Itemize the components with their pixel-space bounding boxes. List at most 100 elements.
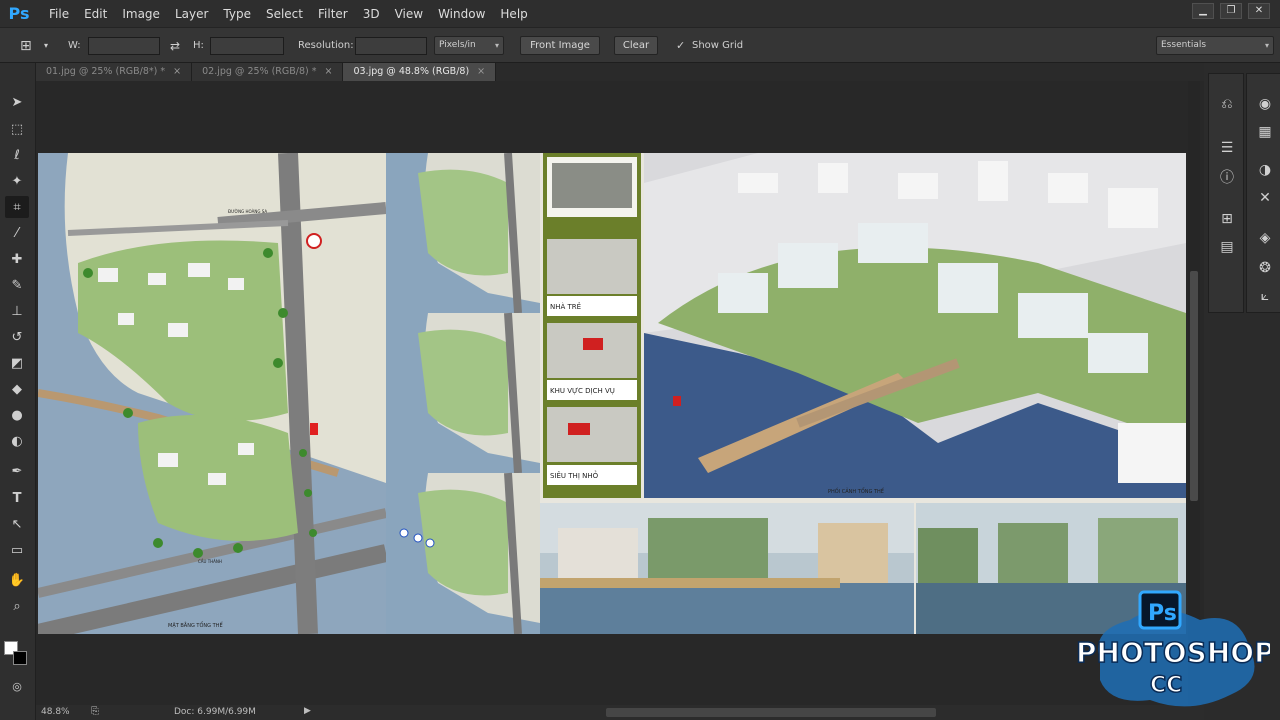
brush-tool-icon[interactable]: ✎ [5, 274, 29, 296]
mini-plan-3 [386, 472, 540, 634]
path-selection-tool-icon[interactable]: ↖ [5, 513, 29, 535]
chevron-down-icon: ▾ [1264, 41, 1269, 50]
mini-plan-1 [386, 153, 540, 314]
menu-layer[interactable]: Layer [175, 7, 208, 21]
vertical-scroll-thumb[interactable] [1190, 271, 1198, 501]
show-grid-checkbox[interactable]: ✓ [676, 28, 685, 64]
zoom-level[interactable]: 48.8% [41, 707, 70, 717]
show-grid-label: Show Grid [692, 40, 744, 51]
close-icon[interactable]: × [325, 66, 333, 77]
tab-label: 02.jpg @ 25% (RGB/8) * [202, 66, 317, 77]
height-input[interactable] [210, 37, 284, 55]
front-image-button[interactable]: Front Image [520, 36, 600, 55]
tab-label: 01.jpg @ 25% (RGB/8*) * [46, 66, 166, 77]
photoshop-window: Ps File Edit Image Layer Type Select Fil… [0, 0, 1280, 720]
history-brush-tool-icon[interactable]: ↺ [5, 326, 29, 348]
workspace-select[interactable]: Essentials ▾ [1156, 36, 1274, 55]
menu-edit[interactable]: Edit [84, 7, 107, 21]
menu-window[interactable]: Window [438, 7, 485, 21]
options-bar: ⊞ ▾ W: ⇄ H: Resolution: Pixels/in ▾ Fron… [0, 27, 1280, 63]
watermark-ps: Ps [1148, 601, 1177, 626]
document-canvas[interactable]: MẶT BẰNG TỔNG THỂ ĐƯỜNG HOÀNG SA CẦU THÀ… [38, 153, 1186, 634]
color-wheel-icon[interactable]: ◉ [1254, 94, 1276, 114]
lasso-tool-icon[interactable]: ℓ [5, 144, 29, 166]
tab-03-jpg[interactable]: 03.jpg @ 48.8% (RGB/8) × [343, 63, 497, 81]
width-input[interactable] [88, 37, 160, 55]
minimize-icon[interactable]: ▁ [1192, 3, 1214, 19]
swatches-icon[interactable]: ▦ [1254, 122, 1276, 142]
move-tool-icon[interactable]: ➤ [5, 91, 29, 113]
architecture-presentation-image: MẶT BẰNG TỔNG THỂ ĐƯỜNG HOÀNG SA CẦU THÀ… [38, 153, 1186, 634]
tool-preset-chevron-icon[interactable]: ▾ [44, 28, 48, 64]
background-color-swatch[interactable] [13, 651, 27, 665]
site-plan-label: MẶT BẰNG TỔNG THỂ [168, 621, 223, 629]
clear-button[interactable]: Clear [614, 36, 658, 55]
clone-stamp-tool-icon[interactable]: ⊥ [5, 300, 29, 322]
horizontal-scrollbar[interactable] [606, 708, 936, 717]
menu-3d[interactable]: 3D [363, 7, 380, 21]
caption-sieu-thi-nho: SIÊU THỊ NHỎ [550, 470, 599, 480]
tab-label: 03.jpg @ 48.8% (RGB/8) [353, 66, 470, 77]
caption-nha-tre: NHÀ TRẺ [550, 302, 581, 311]
restore-icon[interactable]: ❐ [1220, 3, 1242, 19]
crop-tool-icon[interactable]: ⌗ [5, 196, 29, 218]
menu-bar: Ps File Edit Image Layer Type Select Fil… [0, 0, 1280, 27]
zoom-tool-icon[interactable]: ⌕ [5, 595, 29, 617]
navigator-icon[interactable]: ⊞ [1216, 209, 1238, 229]
status-bar: 48.8% ⎘ Doc: 6.99M/6.99M ▶ [36, 705, 1204, 720]
chevron-down-icon: ▾ [494, 41, 499, 50]
resolution-input[interactable] [355, 37, 427, 55]
swap-dimensions-icon[interactable]: ⇄ [170, 28, 180, 64]
status-menu-arrow-icon[interactable]: ▶ [304, 706, 311, 716]
paths-icon[interactable]: ⟀ [1254, 286, 1276, 306]
watermark-cc: CC [1150, 673, 1182, 698]
adjustments-icon[interactable]: ◑ [1254, 160, 1276, 180]
tab-01-jpg[interactable]: 01.jpg @ 25% (RGB/8*) * × [36, 63, 193, 81]
resolution-units-select[interactable]: Pixels/in ▾ [434, 36, 504, 55]
road-top-label: ĐƯỜNG HOÀNG SA [228, 209, 267, 214]
quick-mask-icon[interactable]: ◎ [5, 675, 29, 697]
menu-image[interactable]: Image [122, 7, 160, 21]
type-tool-icon[interactable]: T [5, 487, 29, 509]
eyedropper-tool-icon[interactable]: ⁄ [5, 222, 29, 244]
pen-tool-icon[interactable]: ✒ [5, 460, 29, 482]
magic-wand-tool-icon[interactable]: ✦ [5, 170, 29, 192]
canvas-area[interactable]: MẶT BẰNG TỔNG THỂ ĐƯỜNG HOÀNG SA CẦU THÀ… [36, 81, 1186, 705]
road-bottom-label: CẦU THÀNH [198, 559, 222, 564]
resolution-label: Resolution: [298, 40, 354, 51]
workspace-value: Essentials [1161, 40, 1207, 50]
crop-tool-icon[interactable]: ⊞ [20, 28, 32, 64]
info-icon[interactable]: ⓘ [1216, 168, 1238, 188]
eraser-tool-icon[interactable]: ◩ [5, 352, 29, 374]
channels-icon[interactable]: ❂ [1254, 258, 1276, 278]
blur-tool-icon[interactable]: ● [5, 404, 29, 426]
properties-icon[interactable]: ☰ [1216, 138, 1238, 158]
hand-tool-icon[interactable]: ✋ [5, 569, 29, 591]
close-icon[interactable]: × [173, 66, 181, 77]
menu-type[interactable]: Type [223, 7, 251, 21]
photoshop-cc-watermark: Ps PHOTOSHOP CC [1070, 590, 1275, 715]
window-controls: ▁ ❐ ✕ [1192, 3, 1270, 19]
menu-file[interactable]: File [49, 7, 69, 21]
rectangle-tool-icon[interactable]: ▭ [5, 539, 29, 561]
menu-help[interactable]: Help [500, 7, 527, 21]
styles-icon[interactable]: ✕ [1254, 188, 1276, 208]
notes-icon[interactable]: ▤ [1216, 237, 1238, 257]
close-icon[interactable]: ✕ [1248, 3, 1270, 19]
menu-select[interactable]: Select [266, 7, 303, 21]
menu-view[interactable]: View [395, 7, 423, 21]
document-size: Doc: 6.99M/6.99M [174, 707, 256, 717]
marquee-tool-icon[interactable]: ⬚ [5, 118, 29, 140]
healing-brush-tool-icon[interactable]: ✚ [5, 248, 29, 270]
menu-filter[interactable]: Filter [318, 7, 348, 21]
resolution-units-value: Pixels/in [439, 40, 476, 50]
layers-icon[interactable]: ◈ [1254, 228, 1276, 248]
close-icon[interactable]: × [477, 66, 485, 77]
history-icon[interactable]: ⎌ [1216, 94, 1238, 114]
tab-02-jpg[interactable]: 02.jpg @ 25% (RGB/8) * × [192, 63, 344, 81]
collapsed-panels-left: ⎌ ☰ ⓘ ⊞ ▤ [1208, 73, 1244, 313]
document-tabs: 01.jpg @ 25% (RGB/8*) * × 02.jpg @ 25% (R… [36, 63, 1204, 81]
export-icon[interactable]: ⎘ [91, 706, 99, 717]
dodge-tool-icon[interactable]: ◐ [5, 430, 29, 452]
paint-bucket-tool-icon[interactable]: ◆ [5, 378, 29, 400]
